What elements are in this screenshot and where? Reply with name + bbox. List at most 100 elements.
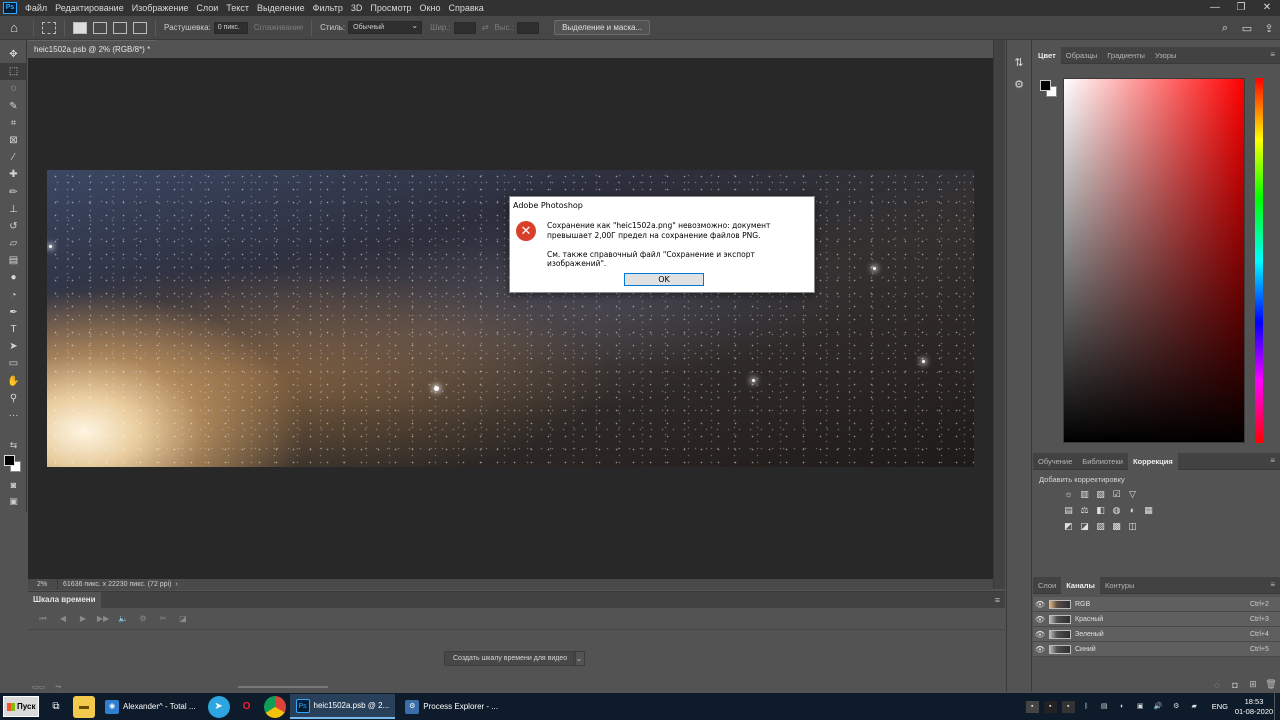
share-icon[interactable]: ⇪ <box>1258 22 1280 35</box>
marquee-tool-icon[interactable]: ⬚ <box>0 63 27 81</box>
prev-frame-icon[interactable]: ◀ <box>53 614 73 623</box>
invert-icon[interactable]: ◩ <box>1062 521 1075 532</box>
zoom-slider[interactable] <box>238 686 328 688</box>
channel-mixer-icon[interactable]: ◐ <box>1126 505 1139 516</box>
levels-icon[interactable]: ▥ <box>1078 489 1091 500</box>
network-icon[interactable]: ▤ <box>1098 701 1111 713</box>
rectangle-tool-icon[interactable]: ▭ <box>0 355 27 372</box>
antialias-checkbox[interactable]: Сглаживание <box>254 23 303 32</box>
lasso-tool-icon[interactable]: ◌ <box>0 80 27 97</box>
select-and-mask-button[interactable]: Выделение и маска... <box>554 20 651 35</box>
frame-tool-icon[interactable]: ⊠ <box>0 132 27 149</box>
tray-app-icon[interactable]: ▣ <box>1134 701 1147 713</box>
tab-color[interactable]: Цвет <box>1033 46 1061 64</box>
next-frame-icon[interactable]: ▶▶ <box>93 614 113 623</box>
tab-swatches[interactable]: Образцы <box>1061 47 1103 64</box>
taskbar-app-photoshop[interactable]: Ps heic1502a.psb @ 2... <box>289 694 396 719</box>
taskbar-app-process-explorer[interactable]: ⚙ Process Explorer - ... <box>399 694 504 719</box>
render-icon[interactable]: ↪ <box>55 683 61 691</box>
home-icon[interactable]: ⌂ <box>0 20 28 35</box>
brush-tool-icon[interactable]: ✏ <box>0 184 27 201</box>
eye-icon[interactable]: 👁 <box>1033 600 1047 609</box>
tab-libraries[interactable]: Библиотеки <box>1077 453 1128 470</box>
color-picker-field[interactable] <box>1063 78 1245 443</box>
zoom-tool-icon[interactable]: ⚲ <box>0 390 27 407</box>
feather-input[interactable]: 0 пикс. <box>213 21 248 34</box>
foreground-color-swatch[interactable] <box>1040 80 1051 91</box>
hue-saturation-icon[interactable]: ▤ <box>1062 505 1075 516</box>
clock[interactable]: 18:53 01-08-2020 <box>1234 697 1274 717</box>
history-panel-icon[interactable]: ⇅ <box>1007 52 1031 74</box>
more-tools-icon[interactable]: ··· <box>0 407 27 424</box>
threshold-icon[interactable]: ▨ <box>1094 521 1107 532</box>
color-lookup-icon[interactable]: ▦ <box>1142 505 1155 516</box>
menu-select[interactable]: Выделение <box>253 0 309 16</box>
chevron-down-icon[interactable]: ⌄ <box>573 651 585 666</box>
audio-icon[interactable]: 🔈 <box>113 614 133 623</box>
tab-layers[interactable]: Слои <box>1033 577 1061 594</box>
path-select-tool-icon[interactable]: ➤ <box>0 338 27 355</box>
file-explorer-icon[interactable]: ▬ <box>73 695 95 718</box>
pen-tool-icon[interactable]: ✒ <box>0 304 27 321</box>
start-button[interactable]: Пуск <box>3 696 39 717</box>
quick-mask-icon[interactable]: ◙ <box>0 480 27 490</box>
menu-text[interactable]: Текст <box>222 0 253 16</box>
show-desktop-button[interactable] <box>1274 693 1280 720</box>
eye-icon[interactable]: 👁 <box>1033 615 1047 624</box>
menu-filter[interactable]: Фильтр <box>309 0 347 16</box>
photo-filter-icon[interactable]: ◍ <box>1110 505 1123 516</box>
eraser-tool-icon[interactable]: ▱ <box>0 235 27 252</box>
new-channel-icon[interactable]: ⊞ <box>1244 679 1262 690</box>
opera-icon[interactable]: O <box>236 696 258 718</box>
ok-button[interactable]: OK <box>624 273 704 286</box>
tab-adjustments[interactable]: Коррекция <box>1127 452 1178 470</box>
width-input[interactable] <box>453 21 476 34</box>
vertical-scrollbar[interactable] <box>993 40 1005 589</box>
tab-patterns[interactable]: Узоры <box>1150 47 1181 64</box>
transition-icon[interactable]: ◪ <box>173 614 193 623</box>
swap-icon[interactable]: ⇄ <box>482 23 489 32</box>
menu-file[interactable]: Файл <box>21 0 51 16</box>
history-brush-tool-icon[interactable]: ↺ <box>0 218 27 235</box>
tray-app-icon[interactable]: ▪ <box>1025 700 1039 713</box>
channel-row[interactable]: 👁 Синий Ctrl+5 <box>1033 642 1280 657</box>
tab-channels[interactable]: Каналы <box>1061 576 1100 594</box>
menu-help[interactable]: Справка <box>444 0 487 16</box>
volume-icon[interactable]: 🔊 <box>1152 701 1165 713</box>
task-view-icon[interactable]: ⧉ <box>45 696 67 718</box>
vibrance-icon[interactable]: ▽ <box>1126 489 1139 500</box>
menu-edit[interactable]: Редактирование <box>51 0 128 16</box>
tab-paths[interactable]: Контуры <box>1100 577 1139 594</box>
split-icon[interactable]: ✂ <box>153 614 173 623</box>
chrome-icon[interactable] <box>263 695 286 718</box>
blur-tool-icon[interactable]: ● <box>0 269 27 286</box>
menu-view[interactable]: Просмотр <box>366 0 415 16</box>
taskbar-app-total-commander[interactable]: ◉ Alexander^ - Total ... <box>99 694 202 719</box>
tab-timeline[interactable]: Шкала времени <box>28 592 101 608</box>
color-balance-icon[interactable]: ⚖ <box>1078 505 1091 516</box>
save-selection-icon[interactable]: ◘ <box>1226 680 1244 690</box>
move-tool-icon[interactable]: ✥ <box>0 46 27 63</box>
intersect-selection-icon[interactable] <box>133 21 147 34</box>
brightness-contrast-icon[interactable]: ☼ <box>1062 489 1075 500</box>
menu-layers[interactable]: Слои <box>192 0 222 16</box>
minimize-button[interactable]: — <box>1202 0 1228 16</box>
menu-image[interactable]: Изображение <box>128 0 193 16</box>
properties-panel-icon[interactable]: ⚙ <box>1007 74 1031 96</box>
crop-tool-icon[interactable]: ⌗ <box>0 115 27 132</box>
tab-gradients[interactable]: Градиенты <box>1102 47 1150 64</box>
style-select[interactable]: Обычный <box>348 20 423 34</box>
bluetooth-icon[interactable]: ᛒ <box>1080 701 1093 713</box>
screen-mode-icon[interactable]: ▣ <box>0 496 27 507</box>
frame-rate-icon[interactable]: ▭▭ <box>32 683 45 691</box>
menu-window[interactable]: Окно <box>416 0 445 16</box>
selective-color-icon[interactable]: ◫ <box>1126 521 1139 532</box>
dodge-tool-icon[interactable]: ◔ <box>0 287 27 304</box>
black-white-icon[interactable]: ◧ <box>1094 505 1107 516</box>
telegram-icon[interactable]: ➤ <box>207 695 230 718</box>
play-icon[interactable]: ▶ <box>73 614 93 623</box>
add-selection-icon[interactable] <box>93 21 107 34</box>
foreground-color-swatch[interactable] <box>4 455 15 466</box>
eye-icon[interactable]: 👁 <box>1033 645 1047 654</box>
channel-row[interactable]: 👁 Красный Ctrl+3 <box>1033 612 1280 627</box>
